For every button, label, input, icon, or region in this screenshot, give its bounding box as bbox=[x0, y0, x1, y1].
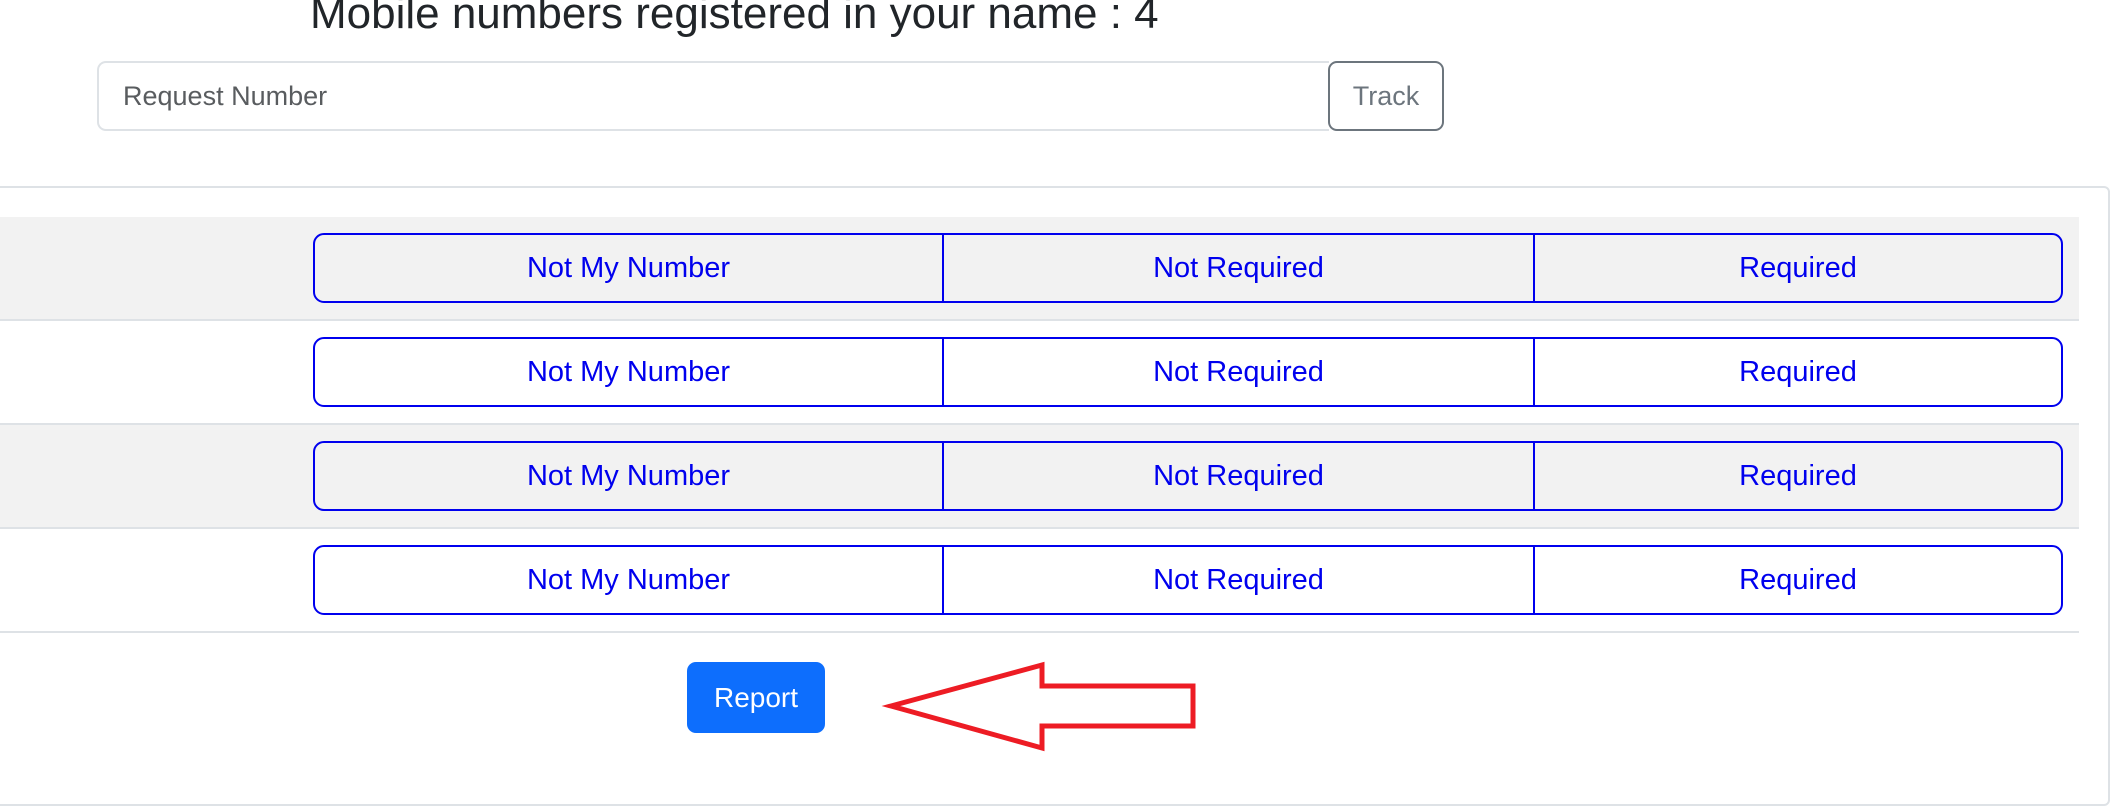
table-row: Not My Number Not Required Required bbox=[0, 425, 2079, 529]
mobile-number-cell bbox=[30, 321, 290, 423]
not-my-number-option[interactable]: Not My Number bbox=[313, 441, 944, 511]
table-row: Not My Number Not Required Required bbox=[0, 321, 2079, 425]
not-my-number-option[interactable]: Not My Number bbox=[313, 545, 944, 615]
status-option-group: Not My Number Not Required Required bbox=[313, 545, 2063, 615]
status-option-group: Not My Number Not Required Required bbox=[313, 441, 2063, 511]
table-row: Not My Number Not Required Required bbox=[0, 217, 2079, 321]
mobile-number-cell bbox=[30, 529, 290, 631]
not-required-option[interactable]: Not Required bbox=[944, 233, 1533, 303]
request-number-input[interactable] bbox=[97, 61, 1329, 131]
not-my-number-option[interactable]: Not My Number bbox=[313, 233, 944, 303]
required-option[interactable]: Required bbox=[1533, 441, 2063, 511]
mobile-number-cell bbox=[30, 217, 290, 319]
not-required-option[interactable]: Not Required bbox=[944, 337, 1533, 407]
registered-numbers-table: Not My Number Not Required Required Not … bbox=[0, 217, 2079, 633]
status-option-group: Not My Number Not Required Required bbox=[313, 233, 2063, 303]
track-button[interactable]: Track bbox=[1328, 61, 1444, 131]
required-option[interactable]: Required bbox=[1533, 233, 2063, 303]
track-request-form: Track bbox=[97, 61, 1444, 131]
not-required-option[interactable]: Not Required bbox=[944, 441, 1533, 511]
report-button[interactable]: Report bbox=[687, 662, 825, 733]
not-my-number-option[interactable]: Not My Number bbox=[313, 337, 944, 407]
not-required-option[interactable]: Not Required bbox=[944, 545, 1533, 615]
status-option-group: Not My Number Not Required Required bbox=[313, 337, 2063, 407]
required-option[interactable]: Required bbox=[1533, 545, 2063, 615]
required-option[interactable]: Required bbox=[1533, 337, 2063, 407]
table-row: Not My Number Not Required Required bbox=[0, 529, 2079, 633]
mobile-number-cell bbox=[30, 425, 290, 527]
page-title: Mobile numbers registered in your name :… bbox=[310, 0, 1159, 38]
